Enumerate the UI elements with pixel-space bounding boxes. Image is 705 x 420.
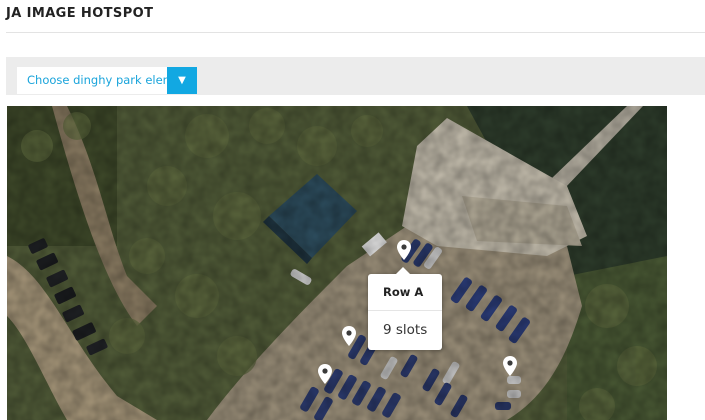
tooltip-caret [396, 267, 410, 274]
hotspot-pin-4[interactable] [503, 356, 517, 376]
title-divider [6, 32, 705, 33]
tooltip-title: Row A [383, 285, 424, 299]
hotspot-pin-2[interactable] [342, 326, 356, 346]
element-select[interactable]: Choose dinghy park element ▼ [17, 67, 197, 94]
element-select-value: Choose dinghy park element [27, 73, 167, 87]
aerial-photo [7, 106, 667, 420]
tooltip-divider [368, 310, 442, 311]
hotspot-pin-3[interactable] [318, 364, 332, 384]
module-title: JA IMAGE HOTSPOT [6, 6, 154, 21]
tooltip-body: 9 slots [383, 322, 428, 338]
map-marker-icon [397, 240, 411, 260]
filter-toolbar: Choose dinghy park element ▼ [6, 57, 705, 95]
map-marker-icon [503, 356, 517, 376]
hotspot-pin-row-a[interactable] [397, 240, 411, 260]
hotspot-tooltip: Row A 9 slots [368, 267, 442, 350]
map-marker-icon [342, 326, 356, 346]
map-marker-icon [318, 364, 332, 384]
aerial-map-image: Row A 9 slots [7, 106, 667, 420]
dropdown-arrow-icon[interactable]: ▼ [167, 67, 197, 94]
